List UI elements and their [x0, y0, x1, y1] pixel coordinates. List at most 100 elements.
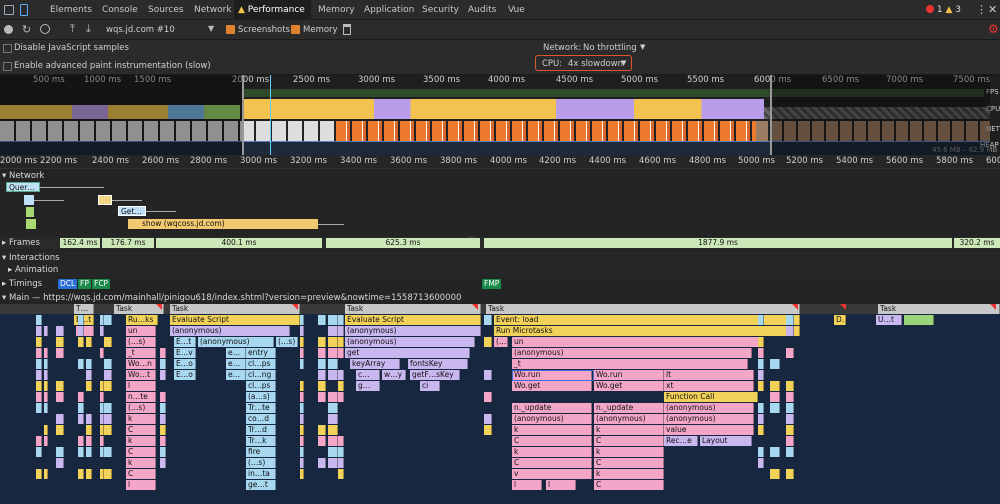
flame-entry[interactable]: E…t	[74, 315, 94, 325]
flame-block[interactable]	[36, 469, 42, 479]
flame-block[interactable]	[36, 315, 42, 325]
flame-entry[interactable]: Wo…n	[126, 359, 156, 369]
flame-block[interactable]	[104, 403, 112, 413]
flame-block[interactable]	[786, 381, 794, 391]
flame-block[interactable]	[770, 381, 780, 391]
flame-entry[interactable]: (anonymous)	[594, 414, 664, 424]
flame-block[interactable]	[328, 326, 338, 336]
flame-block[interactable]	[86, 425, 92, 435]
flame-block[interactable]	[78, 436, 84, 446]
flame-entry[interactable]: l	[546, 480, 576, 490]
flame-entry[interactable]: Evaluate Script	[345, 315, 481, 325]
flame-block[interactable]	[318, 370, 326, 380]
flame-entry[interactable]: (…s)	[126, 403, 156, 413]
flame-block[interactable]	[328, 348, 338, 358]
flame-entry[interactable]: ge…t	[246, 480, 276, 490]
flame-entry[interactable]: in…ta	[246, 469, 276, 479]
flame-entry[interactable]: Layout	[700, 436, 752, 446]
flame-entry[interactable]: (a…s)	[246, 392, 276, 402]
more-menu-icon[interactable]: ⋮	[976, 3, 987, 16]
profile-select[interactable]: wqs.jd.com #10	[106, 25, 175, 35]
flame-block[interactable]	[300, 392, 304, 402]
flame-block[interactable]	[160, 392, 166, 402]
flame-entry[interactable]: E…o	[174, 370, 196, 380]
flame-block[interactable]	[338, 381, 344, 391]
flame-block[interactable]	[78, 414, 84, 424]
flame-block[interactable]	[338, 447, 344, 457]
flame-block[interactable]	[44, 469, 48, 479]
flame-entry[interactable]: U…t	[876, 315, 902, 325]
flame-block[interactable]	[300, 326, 304, 336]
flame-block[interactable]	[338, 436, 344, 446]
flame-block[interactable]	[758, 337, 764, 347]
frame-bar[interactable]: 400.1 ms	[156, 238, 322, 248]
flame-block[interactable]	[78, 447, 84, 457]
flame-block[interactable]	[786, 436, 794, 446]
fcp-marker[interactable]: FCP	[92, 279, 110, 289]
flame-block[interactable]	[328, 337, 338, 347]
flame-block[interactable]	[300, 381, 304, 391]
flame-block[interactable]	[338, 469, 344, 479]
flame-entry[interactable]: l	[512, 480, 542, 490]
tab-audits[interactable]: Audits	[462, 0, 502, 20]
flame-entry[interactable]: value	[664, 425, 754, 435]
flame-block[interactable]	[318, 359, 326, 369]
network-throttle-select[interactable]: No throttling	[583, 43, 637, 53]
flame-entry[interactable]: e…	[226, 370, 246, 380]
flame-block[interactable]	[36, 326, 42, 336]
flame-block[interactable]	[758, 348, 764, 358]
flame-block[interactable]	[44, 370, 48, 380]
flame-entry[interactable]: cl…ng	[246, 370, 276, 380]
flame-block[interactable]	[100, 348, 104, 358]
animation-track-label[interactable]: ▸ Animation	[0, 264, 58, 276]
flame-entry[interactable]: Wo.get	[594, 381, 664, 391]
flame-entry[interactable]: Task	[170, 304, 300, 314]
flame-entry[interactable]: k	[512, 447, 592, 457]
flame-block[interactable]	[44, 436, 48, 446]
tab-network[interactable]: Network	[188, 0, 238, 20]
flame-block[interactable]	[36, 392, 42, 402]
flame-block[interactable]	[104, 414, 112, 424]
flame-block[interactable]	[338, 392, 344, 402]
flame-entry[interactable]: C	[126, 469, 156, 479]
flame-entry[interactable]: Function Call	[664, 392, 758, 402]
flame-entry[interactable]: k	[594, 447, 664, 457]
flame-entry[interactable]: _t	[512, 359, 748, 369]
flame-block[interactable]	[44, 392, 48, 402]
flame-block[interactable]	[36, 370, 42, 380]
flame-block[interactable]	[328, 458, 338, 468]
flame-block[interactable]	[86, 469, 92, 479]
flame-block[interactable]	[78, 315, 84, 325]
flame-entry[interactable]: C	[594, 436, 664, 446]
flame-entry[interactable]: C	[594, 480, 664, 490]
flame-block[interactable]	[300, 315, 304, 325]
network-track-label[interactable]: ▾ Network	[0, 170, 44, 182]
tab-vue[interactable]: Vue	[502, 0, 531, 20]
flame-block[interactable]	[44, 381, 48, 391]
flame-entry[interactable]: n._update	[512, 403, 592, 413]
flame-block[interactable]	[78, 403, 84, 413]
flame-block[interactable]	[770, 392, 780, 402]
close-icon[interactable]: ✕	[988, 3, 997, 16]
flame-block[interactable]	[300, 337, 304, 347]
flame-block[interactable]	[484, 425, 492, 435]
flame-block[interactable]	[758, 447, 764, 457]
resize-handle-icon[interactable]: ⋯	[468, 233, 475, 241]
flame-entry[interactable]: get	[345, 348, 470, 358]
flame-block[interactable]	[786, 403, 794, 413]
settings-icon[interactable]: ⚙	[988, 22, 999, 36]
flame-entry[interactable]: Tr…te	[246, 403, 276, 413]
flame-block[interactable]	[328, 447, 338, 457]
network-request[interactable]: Quer…	[6, 182, 40, 192]
network-request[interactable]	[24, 195, 34, 205]
flame-entry[interactable]: lt	[664, 370, 754, 380]
flame-block[interactable]	[104, 425, 112, 435]
flame-block[interactable]	[160, 436, 166, 446]
flame-block[interactable]	[44, 326, 48, 336]
flame-entry[interactable]: v	[512, 469, 592, 479]
flame-entry[interactable]: k	[126, 414, 156, 424]
flame-block[interactable]	[160, 403, 166, 413]
flame-block[interactable]	[160, 414, 166, 424]
flame-entry[interactable]: C	[126, 447, 156, 457]
flame-block[interactable]	[338, 348, 344, 358]
